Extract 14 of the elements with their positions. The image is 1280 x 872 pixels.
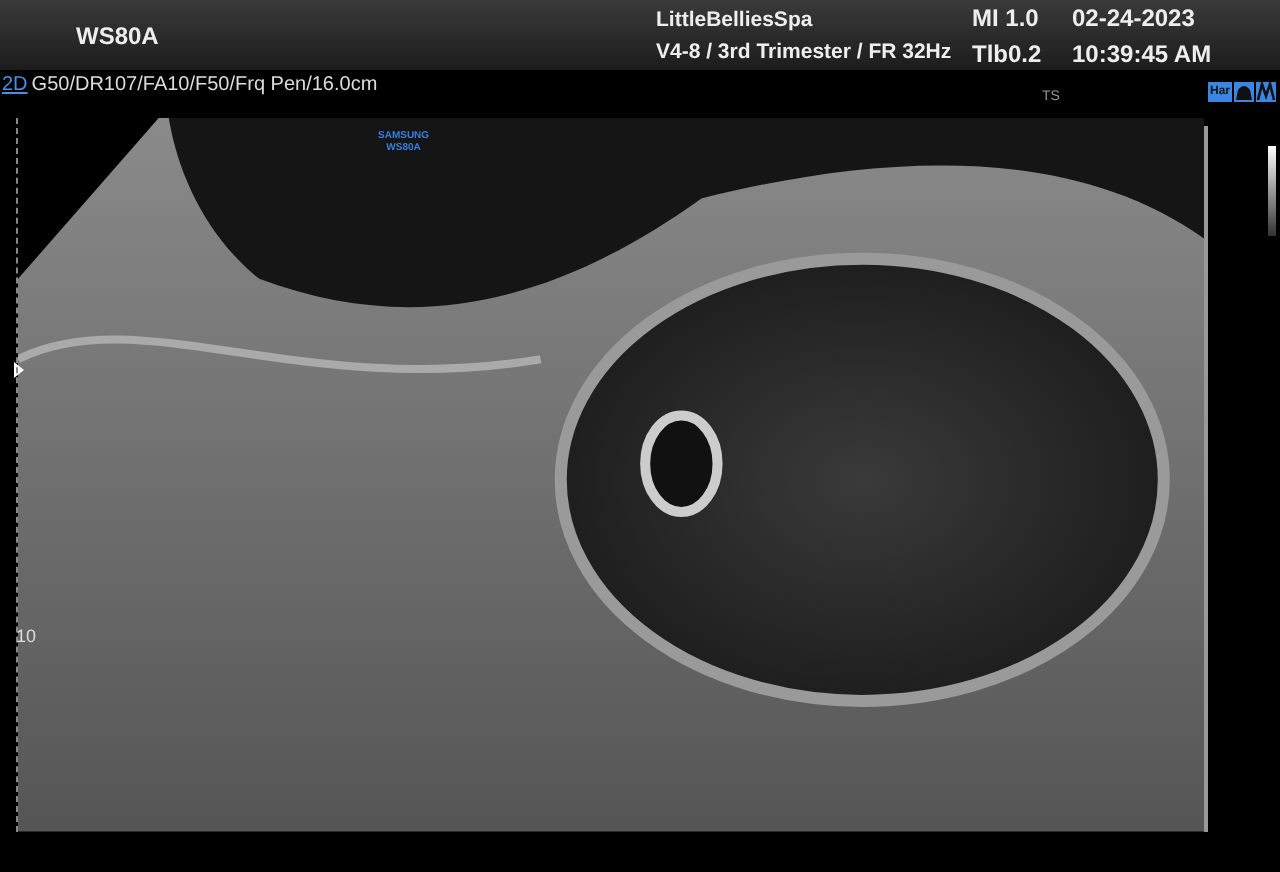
mode-label: 2D bbox=[2, 73, 28, 96]
device-model: WS80A bbox=[76, 21, 161, 50]
clinic-name: LittleBelliesSpa bbox=[656, 7, 815, 32]
exam-time: 10:39:45 AM bbox=[1072, 39, 1214, 68]
preset-info: V4-8 / 3rd Trimester / FR 32Hz bbox=[656, 39, 954, 64]
tib-value: Tlb0.2 bbox=[972, 39, 1044, 68]
grayscale-bar bbox=[1268, 146, 1276, 237]
scan-settings: G50/DR107/FA10/F50/Frq Pen/16.0cm bbox=[31, 73, 378, 96]
focus-marker-icon bbox=[14, 362, 24, 379]
waveform-icon bbox=[1256, 82, 1276, 103]
depth-label: 10 bbox=[16, 626, 37, 647]
mi-value: MI 1.0 bbox=[972, 3, 1041, 32]
probe-icon bbox=[1234, 82, 1254, 103]
exam-date: 02-24-2023 bbox=[1072, 3, 1197, 32]
